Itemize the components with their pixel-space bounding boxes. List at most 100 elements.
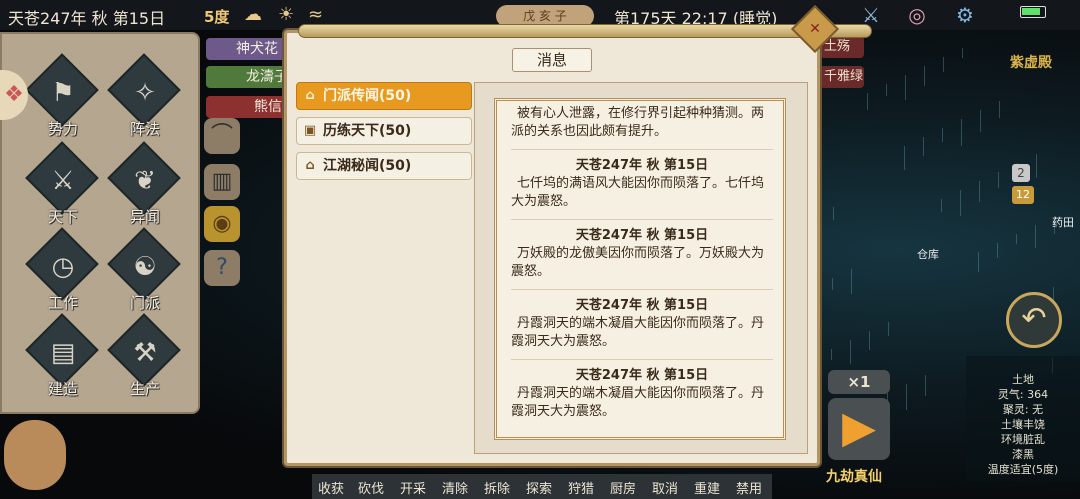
realm-label: 九劫真仙 bbox=[826, 469, 882, 485]
rain-streak bbox=[997, 243, 998, 258]
skill-rumor[interactable]: ❦ 异闻 bbox=[102, 141, 188, 232]
rain-streak bbox=[962, 48, 963, 58]
rain-streak bbox=[904, 146, 905, 170]
count-badge[interactable]: 12 bbox=[1012, 186, 1034, 204]
divider bbox=[511, 219, 773, 220]
name-chip[interactable]: 熊信 bbox=[206, 96, 286, 118]
action-button[interactable]: 取消 bbox=[652, 478, 678, 497]
skill-label: 异闻 bbox=[129, 208, 160, 226]
rain-streak bbox=[999, 101, 1000, 118]
work-icon: ◷ bbox=[51, 252, 75, 282]
message-text: 丹霞洞天的端木凝眉大能因你而陨落了。丹霞洞天大为震怒。 bbox=[511, 386, 765, 419]
tab-world-travels[interactable]: ▣ 历练天下(50) bbox=[296, 117, 472, 145]
name-chip[interactable]: 龙濤子 bbox=[206, 66, 288, 88]
skill-label: 阵法 bbox=[129, 120, 160, 138]
skill-build[interactable]: ▤ 建造 bbox=[20, 313, 106, 404]
info-line: 土地 bbox=[1012, 373, 1034, 386]
name-chip[interactable]: 神犬花 bbox=[206, 38, 286, 60]
skill-formation[interactable]: ✧ 阵法 bbox=[102, 53, 188, 144]
count-badge[interactable]: 2 bbox=[1012, 164, 1030, 182]
close-icon[interactable]: ✕ bbox=[806, 20, 824, 38]
rain-streak bbox=[833, 207, 834, 220]
message-list[interactable]: 被有心人泄露，在修行界引起种种猜测。两派的关系也因此颇有提升。 天苍247年 秋… bbox=[494, 98, 786, 440]
rain-streak bbox=[960, 190, 961, 216]
action-button[interactable]: 砍伐 bbox=[358, 478, 384, 497]
produce-icon: ⚒ bbox=[133, 338, 157, 368]
message-text: 七仟坞的满语风大能因你而陨落了。七仟坞大为震怒。 bbox=[511, 176, 765, 209]
rain-streak bbox=[831, 349, 832, 360]
action-button[interactable]: 重建 bbox=[694, 478, 720, 497]
rain-streak bbox=[978, 252, 979, 272]
message-tabs: ⌂ 门派传闻(50) ▣ 历练天下(50) ⌂ 江湖秘闻(50) bbox=[296, 82, 472, 454]
name-chip-label: 土殇 bbox=[824, 39, 851, 54]
game-date: 天苍247年 秋 第15日 bbox=[8, 9, 166, 28]
action-button[interactable]: 清除 bbox=[442, 478, 468, 497]
skill-world[interactable]: ⚔ 天下 bbox=[20, 141, 106, 232]
rain-streak bbox=[867, 93, 868, 110]
rain-streak bbox=[943, 57, 944, 72]
name-chip[interactable]: 千雅绿 bbox=[820, 66, 864, 88]
warehouse-label[interactable]: 仓库 bbox=[917, 246, 939, 262]
info-line: 温度适宜(5度) bbox=[987, 463, 1059, 476]
message-entry: 被有心人泄露，在修行界引起种种猜测。两派的关系也因此颇有提升。 bbox=[511, 105, 773, 141]
rain-streak bbox=[1035, 225, 1036, 248]
action-button[interactable]: 狩猎 bbox=[568, 478, 594, 497]
cloud-icon: ☁ bbox=[244, 4, 262, 25]
rain-streak bbox=[925, 375, 926, 396]
rain-streak bbox=[850, 340, 851, 364]
formation-icon: ✧ bbox=[134, 78, 156, 108]
book-icon[interactable]: ▥ bbox=[204, 164, 240, 200]
play-button[interactable]: ▶ bbox=[828, 398, 890, 460]
scroll-icon: ▣ bbox=[303, 123, 317, 138]
skill-produce[interactable]: ⚒ 生产 bbox=[102, 313, 188, 404]
mascot-avatar[interactable] bbox=[4, 420, 66, 490]
action-button[interactable]: 拆除 bbox=[484, 478, 510, 497]
divider bbox=[511, 149, 773, 150]
coin-icon[interactable]: ◉ bbox=[204, 206, 240, 242]
message-date: 天苍247年 秋 第15日 bbox=[575, 228, 709, 243]
battery-fill bbox=[1022, 8, 1040, 15]
message-text: 被有心人泄露，在修行界引起种种猜测。两派的关系也因此颇有提升。 bbox=[511, 106, 765, 139]
wind-icon: ≈ bbox=[308, 4, 324, 25]
name-chip-label: 熊信 bbox=[254, 99, 282, 115]
tab-jianghu-secrets[interactable]: ⌂ 江湖秘闻(50) bbox=[296, 152, 472, 180]
herb-field-label[interactable]: 药田 bbox=[1052, 214, 1074, 230]
skill-faction[interactable]: ⚑ 势力 bbox=[20, 53, 106, 144]
message-text: 丹霞洞天的端木凝眉大能因你而陨落了。丹霞洞天大为震怒。 bbox=[511, 316, 765, 349]
name-chip-label: 龙濤子 bbox=[246, 69, 288, 85]
message-entry: 天苍247年 秋 第15日 丹霞洞天的端木凝眉大能因你而陨落了。丹霞洞天大为震怒… bbox=[511, 367, 773, 421]
info-line: 土壤丰饶 bbox=[1001, 418, 1045, 431]
tab-label: 江湖秘闻(50) bbox=[323, 158, 412, 174]
back-button[interactable]: ↶ bbox=[1006, 292, 1062, 348]
action-button[interactable]: 禁用 bbox=[736, 478, 762, 497]
rain-streak bbox=[832, 278, 833, 290]
world-icon: ⚔ bbox=[51, 166, 75, 196]
name-chip-label: 神犬花 bbox=[236, 41, 278, 57]
info-line: 漆黑 bbox=[1012, 448, 1034, 461]
sect-icon: ☯ bbox=[133, 252, 157, 282]
help-icon[interactable]: ? bbox=[204, 250, 240, 286]
skill-label: 势力 bbox=[47, 120, 78, 138]
dialog-title: 消息 bbox=[512, 48, 592, 72]
rain-streak bbox=[905, 75, 906, 100]
ear-icon[interactable]: ⌒ bbox=[204, 118, 240, 154]
rain-streak bbox=[923, 137, 924, 156]
action-button[interactable]: 开采 bbox=[400, 478, 426, 497]
tab-sect-rumors[interactable]: ⌂ 门派传闻(50) bbox=[296, 82, 472, 110]
skill-label: 门派 bbox=[129, 294, 160, 312]
tile-info-panel: 土地 灵气: 364 聚灵: 无 土壤丰饶 环境脏乱 漆黑 温度适宜(5度) bbox=[966, 356, 1080, 482]
palette-icon[interactable]: ◎ bbox=[904, 3, 930, 27]
skill-sect[interactable]: ☯ 门派 bbox=[102, 227, 188, 318]
speed-button[interactable]: ×1 bbox=[828, 370, 890, 394]
info-line: 聚灵: 无 bbox=[1002, 403, 1044, 416]
action-button[interactable]: 收获 bbox=[318, 478, 344, 497]
message-text: 万妖殿的龙傲美因你而陨落了。万妖殿大为震怒。 bbox=[511, 246, 765, 279]
skill-label: 天下 bbox=[47, 208, 78, 226]
tab-label: 门派传闻(50) bbox=[323, 88, 412, 104]
action-button[interactable]: 厨房 bbox=[610, 478, 636, 497]
skill-work[interactable]: ◷ 工作 bbox=[20, 227, 106, 318]
place-name: 紫虚殿 bbox=[1010, 55, 1052, 71]
action-button[interactable]: 探索 bbox=[526, 478, 552, 497]
gear-icon[interactable]: ⚙ bbox=[952, 3, 978, 27]
play-icon: ▶ bbox=[842, 402, 876, 453]
